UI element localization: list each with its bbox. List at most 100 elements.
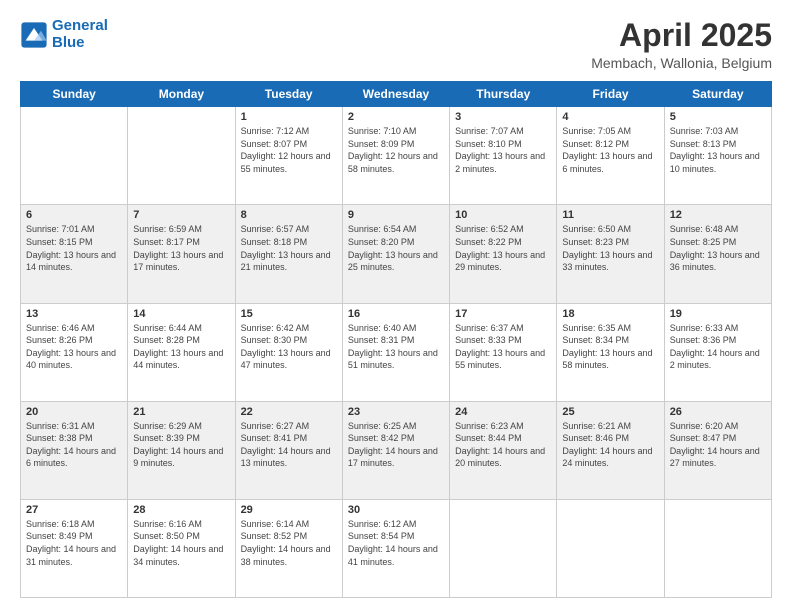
calendar-cell: 11Sunrise: 6:50 AM Sunset: 8:23 PM Dayli… [557, 205, 664, 303]
day-number: 5 [670, 111, 766, 123]
day-number: 18 [562, 308, 658, 320]
day-number: 15 [241, 308, 337, 320]
day-info: Sunrise: 6:29 AM Sunset: 8:39 PM Dayligh… [133, 420, 229, 470]
calendar-cell: 14 Sunrise: 6:44 AM Sunset: 8:28 PM Dayli… [128, 303, 235, 401]
day-info: Sunrise: 7:05 AM Sunset: 8:12 PM Dayligh… [562, 125, 658, 175]
day-info: Sunrise: 6:52 AM Sunset: 8:22 PM Dayligh… [455, 223, 551, 273]
calendar-cell [450, 499, 557, 597]
header: General Blue April 2025 Membach, Walloni… [20, 18, 772, 71]
day-info: Sunrise: 7:07 AM Sunset: 8:10 PM Dayligh… [455, 125, 551, 175]
calendar-cell: 3 Sunrise: 7:07 AM Sunset: 8:10 PM Daylig… [450, 107, 557, 205]
calendar-cell: 7 Sunrise: 6:59 AM Sunset: 8:17 PM Daylig… [128, 205, 235, 303]
day-info: Sunrise: 7:12 AM Sunset: 8:07 PM Dayligh… [241, 125, 337, 175]
calendar-cell: 21 Sunrise: 6:29 AM Sunset: 8:39 PM Dayli… [128, 401, 235, 499]
calendar-cell: 29Sunrise: 6:14 AM Sunset: 8:52 PM Dayli… [235, 499, 342, 597]
day-info: Sunrise: 6:42 AM Sunset: 8:30 PM Dayligh… [241, 322, 337, 372]
day-number: 16 [348, 308, 444, 320]
calendar-cell: 13Sunrise: 6:46 AM Sunset: 8:26 PM Dayli… [21, 303, 128, 401]
logo-icon [20, 21, 48, 49]
calendar-cell: 30 Sunrise: 6:12 AM Sunset: 8:54 PM Dayli… [342, 499, 449, 597]
calendar-cell: 8Sunrise: 6:57 AM Sunset: 8:18 PM Daylig… [235, 205, 342, 303]
weekday-header-row: SundayMondayTuesdayWednesdayThursdayFrid… [21, 82, 772, 107]
calendar-cell: 4 Sunrise: 7:05 AM Sunset: 8:12 PM Daylig… [557, 107, 664, 205]
day-number: 12 [670, 209, 766, 221]
day-info: Sunrise: 6:27 AM Sunset: 8:41 PM Dayligh… [241, 420, 337, 470]
day-info: Sunrise: 6:54 AM Sunset: 8:20 PM Dayligh… [348, 223, 444, 273]
day-info: Sunrise: 6:12 AM Sunset: 8:54 PM Dayligh… [348, 518, 444, 568]
day-number: 23 [348, 406, 444, 418]
week-row-4: 20Sunrise: 6:31 AM Sunset: 8:38 PM Dayli… [21, 401, 772, 499]
calendar-table: SundayMondayTuesdayWednesdayThursdayFrid… [20, 81, 772, 598]
weekday-header-tuesday: Tuesday [235, 82, 342, 107]
calendar-cell: 26Sunrise: 6:20 AM Sunset: 8:47 PM Dayli… [664, 401, 771, 499]
day-number: 19 [670, 308, 766, 320]
calendar-cell: 22 Sunrise: 6:27 AM Sunset: 8:41 PM Dayli… [235, 401, 342, 499]
calendar-cell: 28 Sunrise: 6:16 AM Sunset: 8:50 PM Dayli… [128, 499, 235, 597]
day-info: Sunrise: 6:18 AM Sunset: 8:49 PM Dayligh… [26, 518, 122, 568]
day-number: 8 [241, 209, 337, 221]
title-block: April 2025 Membach, Wallonia, Belgium [591, 18, 772, 71]
calendar-cell: 12 Sunrise: 6:48 AM Sunset: 8:25 PM Dayli… [664, 205, 771, 303]
location: Membach, Wallonia, Belgium [591, 55, 772, 71]
day-number: 28 [133, 504, 229, 516]
day-number: 27 [26, 504, 122, 516]
logo-line1: General [52, 17, 108, 34]
day-number: 25 [562, 406, 658, 418]
day-number: 30 [348, 504, 444, 516]
day-info: Sunrise: 7:01 AM Sunset: 8:15 PM Dayligh… [26, 223, 122, 273]
day-number: 13 [26, 308, 122, 320]
calendar-cell [128, 107, 235, 205]
day-number: 11 [562, 209, 658, 221]
day-number: 2 [348, 111, 444, 123]
calendar-cell: 25 Sunrise: 6:21 AM Sunset: 8:46 PM Dayli… [557, 401, 664, 499]
weekday-header-sunday: Sunday [21, 82, 128, 107]
weekday-header-saturday: Saturday [664, 82, 771, 107]
day-number: 9 [348, 209, 444, 221]
calendar-cell: 23 Sunrise: 6:25 AM Sunset: 8:42 PM Dayli… [342, 401, 449, 499]
week-row-3: 13Sunrise: 6:46 AM Sunset: 8:26 PM Dayli… [21, 303, 772, 401]
weekday-header-wednesday: Wednesday [342, 82, 449, 107]
day-number: 4 [562, 111, 658, 123]
calendar-cell: 19Sunrise: 6:33 AM Sunset: 8:36 PM Dayli… [664, 303, 771, 401]
calendar-cell: 15 Sunrise: 6:42 AM Sunset: 8:30 PM Dayli… [235, 303, 342, 401]
day-info: Sunrise: 6:44 AM Sunset: 8:28 PM Dayligh… [133, 322, 229, 372]
day-info: Sunrise: 6:48 AM Sunset: 8:25 PM Dayligh… [670, 223, 766, 273]
calendar-cell: 27 Sunrise: 6:18 AM Sunset: 8:49 PM Dayli… [21, 499, 128, 597]
calendar-cell: 1 Sunrise: 7:12 AM Sunset: 8:07 PM Daylig… [235, 107, 342, 205]
day-info: Sunrise: 6:25 AM Sunset: 8:42 PM Dayligh… [348, 420, 444, 470]
day-number: 6 [26, 209, 122, 221]
calendar-cell: 18Sunrise: 6:35 AM Sunset: 8:34 PM Dayli… [557, 303, 664, 401]
day-info: Sunrise: 6:16 AM Sunset: 8:50 PM Dayligh… [133, 518, 229, 568]
calendar-cell: 17Sunrise: 6:37 AM Sunset: 8:33 PM Dayli… [450, 303, 557, 401]
page: General Blue April 2025 Membach, Walloni… [0, 0, 792, 612]
calendar-cell: 16 Sunrise: 6:40 AM Sunset: 8:31 PM Dayli… [342, 303, 449, 401]
day-info: Sunrise: 6:59 AM Sunset: 8:17 PM Dayligh… [133, 223, 229, 273]
calendar-cell [21, 107, 128, 205]
day-number: 22 [241, 406, 337, 418]
calendar-cell: 24 Sunrise: 6:23 AM Sunset: 8:44 PM Dayli… [450, 401, 557, 499]
day-number: 7 [133, 209, 229, 221]
day-info: Sunrise: 6:40 AM Sunset: 8:31 PM Dayligh… [348, 322, 444, 372]
logo-text: General Blue [52, 18, 108, 51]
day-info: Sunrise: 6:14 AM Sunset: 8:52 PM Dayligh… [241, 518, 337, 568]
calendar-cell: 20Sunrise: 6:31 AM Sunset: 8:38 PM Dayli… [21, 401, 128, 499]
week-row-1: 1 Sunrise: 7:12 AM Sunset: 8:07 PM Daylig… [21, 107, 772, 205]
weekday-header-friday: Friday [557, 82, 664, 107]
calendar-cell: 2Sunrise: 7:10 AM Sunset: 8:09 PM Daylig… [342, 107, 449, 205]
day-number: 1 [241, 111, 337, 123]
month-title: April 2025 [591, 18, 772, 53]
logo: General Blue [20, 18, 108, 51]
logo-line2: Blue [52, 34, 85, 51]
day-number: 17 [455, 308, 551, 320]
weekday-header-thursday: Thursday [450, 82, 557, 107]
day-number: 14 [133, 308, 229, 320]
day-info: Sunrise: 7:03 AM Sunset: 8:13 PM Dayligh… [670, 125, 766, 175]
day-number: 24 [455, 406, 551, 418]
day-number: 21 [133, 406, 229, 418]
day-number: 10 [455, 209, 551, 221]
day-info: Sunrise: 6:23 AM Sunset: 8:44 PM Dayligh… [455, 420, 551, 470]
week-row-2: 6 Sunrise: 7:01 AM Sunset: 8:15 PM Daylig… [21, 205, 772, 303]
calendar-cell: 9 Sunrise: 6:54 AM Sunset: 8:20 PM Daylig… [342, 205, 449, 303]
day-info: Sunrise: 6:21 AM Sunset: 8:46 PM Dayligh… [562, 420, 658, 470]
day-number: 3 [455, 111, 551, 123]
